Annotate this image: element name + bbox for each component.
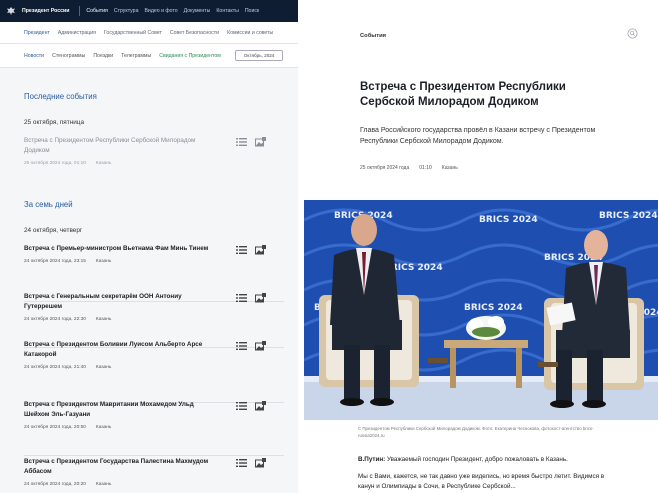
week-day-label: 24 октября, четверг: [24, 227, 83, 234]
transcript-icon[interactable]: [236, 341, 247, 351]
list-divider: [24, 455, 284, 456]
eagle-emblem-icon[interactable]: [6, 6, 16, 16]
event-title[interactable]: Встреча с Президентом Боливии Луисом Аль…: [24, 340, 214, 360]
list-item[interactable]: Встреча с Президентом Государства Палест…: [24, 457, 284, 487]
article-body: В.Путин: Уважаемый господин Президент, д…: [358, 455, 618, 492]
event-title[interactable]: Встреча с Президентом Республики Сербско…: [24, 136, 214, 156]
list-item[interactable]: Встреча с Премьер-министром Вьетнама Фам…: [24, 244, 284, 302]
photo-gallery-icon[interactable]: [255, 401, 266, 411]
photo-gallery-icon[interactable]: [255, 137, 266, 147]
article-date: 25 октября 2024 года: [360, 165, 410, 171]
subnav-president[interactable]: Президент: [24, 30, 50, 36]
week-events-heading: За семь дней: [24, 200, 73, 209]
tab-transcripts[interactable]: Стенограммы: [52, 53, 85, 59]
transcript-icon[interactable]: [236, 245, 247, 255]
paragraph-2: Мы с Вами, кажется, не так давно уже вид…: [358, 473, 605, 490]
list-item[interactable]: Встреча с Президентом Мавритании Мохамед…: [24, 400, 284, 456]
page-title: Встреча с Президентом Республики Сербско…: [360, 81, 566, 108]
event-icons: [236, 341, 266, 351]
event-title[interactable]: Встреча с Премьер-министром Вьетнама Фам…: [24, 244, 214, 254]
event-meta: 24 октября 2024 года, 23:15 Казань: [24, 259, 112, 264]
article-photo[interactable]: BRICS 2024 BRICS 2024 BRICS 2024 BRICS 2…: [304, 200, 658, 420]
meeting-photo-image: BRICS 2024 BRICS 2024 BRICS 2024 BRICS 2…: [304, 200, 658, 420]
tab-news[interactable]: Новости: [24, 53, 44, 59]
event-icons: [236, 401, 266, 411]
banner-text: BRICS 2024: [479, 215, 538, 225]
top-bar: Президент России События Структура Видео…: [0, 0, 298, 22]
event-icons: [236, 245, 266, 255]
nav-search[interactable]: Поиск: [245, 8, 259, 14]
article-lead: Глава Российского государства провёл в К…: [360, 127, 596, 145]
banner-text: BRICS 2024: [599, 211, 658, 221]
tab-meetings[interactable]: Свидания с Президентом: [159, 53, 221, 59]
event-meta: 24 октября 2024 года, 21:40 Казань: [24, 365, 112, 370]
photo-gallery-icon[interactable]: [255, 293, 266, 303]
article-meta: 25 октября 2024 года 01:10 Казань: [360, 165, 458, 171]
transcript-icon[interactable]: [236, 137, 247, 147]
breadcrumb[interactable]: События: [360, 33, 386, 39]
article-place[interactable]: Казань: [442, 165, 458, 171]
transcript-icon[interactable]: [236, 293, 247, 303]
event-meta: 24 октября 2024 года, 22:30 Казань: [24, 317, 112, 322]
events-list-panel: Президент Администрация Государственный …: [0, 22, 298, 493]
tab-telegrams[interactable]: Телеграммы: [121, 53, 151, 59]
paragraph-1: В.Путин: Уважаемый господин Президент, д…: [358, 456, 568, 463]
list-item[interactable]: Встреча с Генеральным секретарём ООН Ант…: [24, 292, 284, 348]
date-picker[interactable]: Октябрь, 2024: [234, 50, 284, 61]
latest-events-heading: Последние события: [24, 92, 97, 101]
nav-documents[interactable]: Документы: [184, 8, 211, 14]
nav-events[interactable]: События: [86, 8, 107, 14]
event-meta: 24 октября 2024 года, 20:50 Казань: [24, 425, 112, 430]
photo-gallery-icon[interactable]: [255, 341, 266, 351]
subnav-state-council[interactable]: Государственный Совет: [104, 30, 162, 36]
event-title[interactable]: Встреча с Генеральным секретарём ООН Ант…: [24, 292, 214, 312]
tab-trips[interactable]: Поездки: [93, 53, 113, 59]
event-icons: [236, 458, 266, 468]
nav-contacts[interactable]: Контакты: [216, 8, 238, 14]
subnav-commissions[interactable]: Комиссии и советы: [227, 30, 273, 36]
transcript-icon[interactable]: [236, 458, 247, 468]
latest-day-label: 25 октября, пятница: [24, 119, 85, 126]
search-icon[interactable]: [627, 28, 638, 39]
subnav-administration[interactable]: Администрация: [58, 30, 96, 36]
event-title[interactable]: Встреча с Президентом Мавритании Мохамед…: [24, 400, 214, 420]
event-title[interactable]: Встреча с Президентом Государства Палест…: [24, 457, 214, 477]
photo-gallery-icon[interactable]: [255, 458, 266, 468]
banner-text: BRICS 2024: [464, 303, 523, 313]
article-time: 01:10: [419, 165, 432, 171]
nav-structure[interactable]: Структура: [114, 8, 139, 14]
speaker-label: В.Путин:: [358, 456, 386, 463]
nav-video-photo[interactable]: Видео и фото: [144, 8, 177, 14]
list-item[interactable]: Встреча с Президентом Республики Сербско…: [24, 136, 284, 166]
photo-caption: С Президентом Республики Сербской Милора…: [358, 426, 594, 438]
sub-nav: Президент Администрация Государственный …: [0, 22, 298, 44]
main-nav: События Структура Видео и фото Документы…: [86, 8, 259, 14]
photo-gallery-icon[interactable]: [255, 245, 266, 255]
event-icons: [236, 137, 266, 147]
site-brand[interactable]: Президент России: [22, 8, 69, 14]
subnav-security-council[interactable]: Совет Безопасности: [170, 30, 219, 36]
content-tabs: Новости Стенограммы Поездки Телеграммы С…: [0, 44, 298, 68]
event-meta: 25 октября 2024 года, 01:10 Казань: [24, 161, 112, 166]
brand-divider: [79, 6, 81, 16]
event-meta: 24 октября 2024 года, 20:20 Казань: [24, 482, 112, 487]
transcript-icon[interactable]: [236, 401, 247, 411]
list-item[interactable]: Встреча с Президентом Боливии Луисом Аль…: [24, 340, 284, 403]
event-icons: [236, 293, 266, 303]
